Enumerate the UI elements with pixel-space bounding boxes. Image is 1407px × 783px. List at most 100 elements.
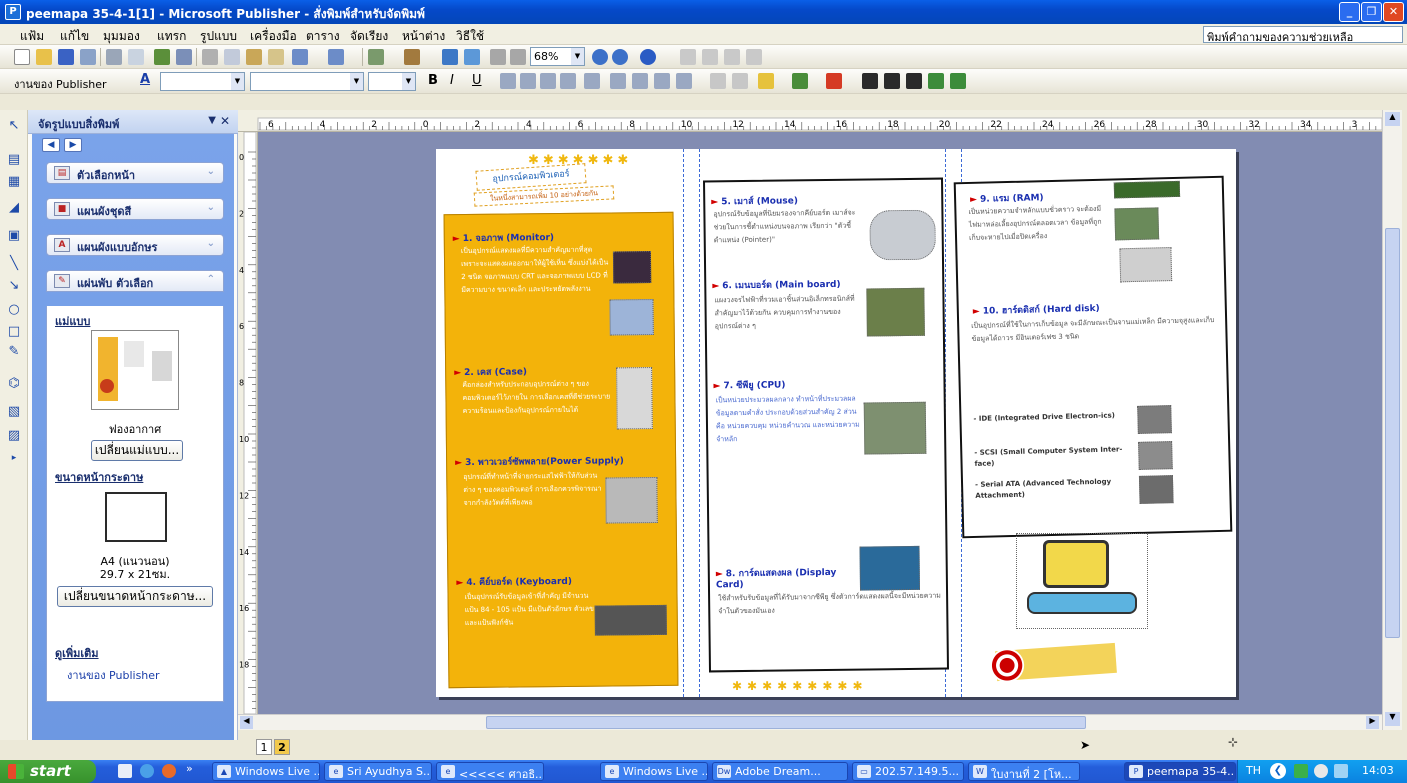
style-combo[interactable]: ▼ — [160, 72, 245, 91]
bring-forward-icon[interactable] — [368, 49, 384, 65]
menu-help[interactable]: วิธีใช้ — [456, 27, 484, 46]
network-icon[interactable] — [1294, 764, 1308, 778]
menu-insert[interactable]: แทรก — [157, 27, 186, 46]
vertical-scroll-thumb[interactable] — [1385, 228, 1400, 638]
ram-image-2[interactable] — [1114, 207, 1160, 241]
taskbar-button-publisher[interactable]: Ppeemapa 35-4... — [1124, 762, 1236, 781]
research-icon[interactable] — [176, 49, 192, 65]
panel3[interactable]: ► 9. แรม (RAM) เป็นหน่วยความจำหลักแบบชั่ว… — [953, 175, 1233, 539]
save-icon[interactable] — [58, 49, 74, 65]
close-button[interactable]: ✕ — [1383, 2, 1404, 22]
vertical-scrollbar[interactable]: ▲ ▼ — [1382, 110, 1402, 730]
wordart-icon[interactable]: ◢ — [6, 200, 22, 216]
harddisk-image-2[interactable] — [1138, 441, 1173, 470]
lcd-monitor-image[interactable] — [609, 299, 654, 336]
font-color-icon[interactable] — [826, 73, 842, 89]
task-pane-close-icon[interactable]: ✕ — [220, 114, 230, 128]
task-pane-toggle[interactable]: งานของ Publisher — [14, 75, 107, 93]
line-spacing-icon[interactable] — [584, 73, 600, 89]
guides-icon[interactable] — [746, 49, 762, 65]
line-icon[interactable]: ╲ — [6, 256, 22, 272]
harddisk-image[interactable] — [1137, 405, 1172, 434]
align-left-icon[interactable] — [500, 73, 516, 89]
chevron-down-icon[interactable]: ▼ — [350, 73, 363, 90]
display-card-image[interactable] — [859, 545, 921, 591]
zoom-combo[interactable]: 68% ▼ — [530, 47, 585, 66]
page-tab-2[interactable]: 2 — [274, 739, 290, 755]
help-question-box[interactable]: พิมพ์คำถามของความช่วยเหลือ — [1203, 26, 1403, 43]
ram-image-3[interactable] — [1119, 247, 1173, 283]
item4-heading[interactable]: ► 4. คีย์บอร์ด (Keyboard) — [456, 574, 572, 589]
item5-text[interactable]: อุปกรณ์รับข้อมูลที่นิยมรองจากคีย์บอร์ด เ… — [713, 207, 864, 289]
shadow-style-icon[interactable] — [928, 73, 944, 89]
hd-type-ide[interactable]: - IDE (Integrated Drive Electron-ics) — [973, 410, 1133, 425]
horizontal-ruler[interactable]: 6 4 2 0 2 4 6 8 10 12 14 16 18 20 22 24 26 28 30 32 34 3 — [238, 110, 1382, 132]
link-icon[interactable] — [680, 49, 696, 65]
zoom-out-icon[interactable] — [592, 49, 608, 65]
horizontal-scrollbar[interactable]: ◀ ▶ — [238, 714, 1382, 730]
mainboard-image[interactable] — [866, 287, 925, 337]
cpu-image[interactable] — [863, 401, 927, 455]
page-size-thumbnail[interactable] — [105, 492, 167, 542]
back-icon[interactable]: ◀ — [42, 138, 60, 152]
panel1-background[interactable]: ► 1. จอภาพ (Monitor) เป็นอุปกรณ์แสดงผลที่… — [443, 211, 679, 689]
harddisk-image-3[interactable] — [1138, 475, 1174, 504]
hd-type-sata[interactable]: - Serial ATA (Advanced Technology Attach… — [975, 476, 1135, 502]
item7-heading[interactable]: ► 7. ซีพียู (CPU) — [713, 377, 785, 392]
catalog-icon[interactable]: ▨ — [6, 428, 22, 444]
messenger-icon[interactable] — [1314, 764, 1328, 778]
cut-icon[interactable] — [202, 49, 218, 65]
minimize-button[interactable]: _ — [1339, 2, 1360, 22]
computer-clipart-image[interactable] — [1016, 533, 1148, 629]
numbering-icon[interactable] — [610, 73, 626, 89]
bold-icon[interactable]: B — [428, 73, 438, 88]
rectangle-icon[interactable]: □ — [6, 324, 22, 340]
language-indicator[interactable]: TH — [1246, 764, 1261, 777]
quicklaunch-publisher-icon[interactable] — [118, 764, 132, 778]
forward-icon[interactable]: ▶ — [64, 138, 82, 152]
menu-view[interactable]: มุมมอง — [103, 27, 140, 46]
taskbar-button-windows-live-2[interactable]: e Windows Live ... — [600, 762, 708, 781]
dash-style-icon[interactable] — [884, 73, 900, 89]
special-characters-icon[interactable] — [510, 49, 526, 65]
table-icon[interactable]: ▦ — [6, 174, 22, 190]
increase-indent-icon[interactable] — [676, 73, 692, 89]
autoshapes-icon[interactable]: ✎ — [6, 344, 22, 360]
category-color-schemes[interactable]: ■ แผนผังชุดสี ⌄ — [46, 198, 224, 220]
menu-tools[interactable]: เครื่องมือ — [250, 27, 297, 46]
increase-font-icon[interactable] — [732, 73, 748, 89]
taskbar-button-folder[interactable]: ▭ 202.57.149.5... — [852, 762, 964, 781]
oval-icon[interactable]: ○ — [6, 302, 22, 318]
justify-icon[interactable] — [560, 73, 576, 89]
taskbar-button-word[interactable]: W ใบงานที่ 2 [โห... — [968, 762, 1080, 781]
task-pane-menu-icon[interactable]: ▼ — [208, 115, 216, 126]
unlink-icon[interactable] — [702, 49, 718, 65]
decrease-font-icon[interactable] — [710, 73, 726, 89]
taskbar-button-dreamweaver[interactable]: Dw Adobe Dream... — [712, 762, 848, 781]
text-box-icon[interactable]: ▤ — [6, 152, 22, 168]
boundaries-icon[interactable] — [490, 49, 506, 65]
item1-heading[interactable]: ► 1. จอภาพ (Monitor) — [453, 230, 554, 245]
panel2[interactable]: ► 5. เมาส์ (Mouse) อุปกรณ์รับข้อมูลที่นิย… — [703, 177, 949, 673]
copy-icon[interactable] — [224, 49, 240, 65]
fill-color-icon[interactable] — [758, 73, 774, 89]
change-page-size-button[interactable]: เปลี่ยนขนาดหน้ากระดาษ... — [57, 586, 213, 607]
menu-window[interactable]: หน้าต่าง — [402, 27, 445, 46]
3d-style-icon[interactable] — [950, 73, 966, 89]
maximize-button[interactable]: ❐ — [1361, 2, 1382, 22]
brochure-page[interactable]: ✱✱✱✱✱✱✱ อุปกรณ์คอมพิวเตอร์ ในหนึ่งสามารถ… — [436, 149, 1236, 697]
item8-heading[interactable]: ► 8. การ์ดแสดงผล (Display Card) — [716, 565, 856, 590]
line-color-icon[interactable] — [792, 73, 808, 89]
bullets-icon[interactable] — [632, 73, 648, 89]
keyboard-image[interactable] — [594, 604, 667, 636]
item10-text[interactable]: เป็นอุปกรณ์ที่ใช้ในการเก็บข้อมูล จะมีลัก… — [971, 314, 1219, 410]
publisher-tasks-link[interactable]: งานของ Publisher — [67, 666, 160, 684]
hyperlink-icon[interactable] — [464, 49, 480, 65]
chevron-down-icon[interactable]: ▼ — [231, 73, 244, 90]
taskbar-button-sri-ayudhya[interactable]: e Sri Ayudhya S... — [324, 762, 432, 781]
item2-heading[interactable]: ► 2. เคส (Case) — [454, 364, 527, 379]
align-center-icon[interactable] — [520, 73, 536, 89]
scroll-down-icon[interactable]: ▼ — [1385, 712, 1400, 726]
item7-text[interactable]: เป็นหน่วยประมวลผลกลาง ทำหน้าที่ประมวลผลข… — [716, 393, 866, 547]
format-painter-icon[interactable] — [268, 49, 284, 65]
